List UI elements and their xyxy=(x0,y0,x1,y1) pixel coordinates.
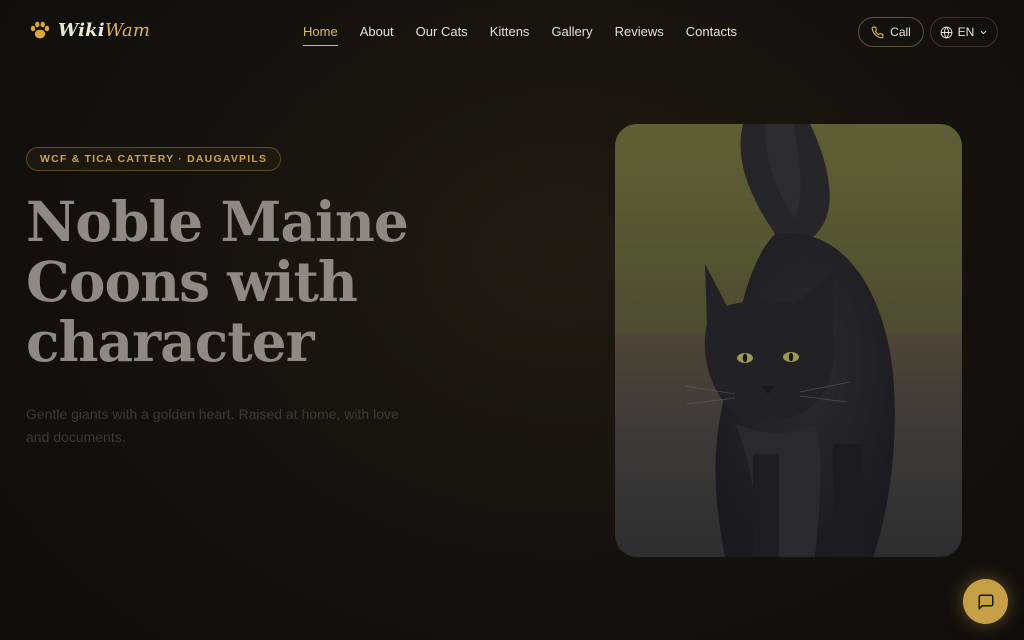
brand-name-main: Wiki xyxy=(58,19,105,41)
nav-item-gallery[interactable]: Gallery xyxy=(551,24,592,46)
hero-subtitle-line: and documents. xyxy=(26,429,126,445)
hero-subtitle-line: Gentle giants with a golden heart. Raise… xyxy=(26,406,399,422)
cattery-badge: WCF & TICA CATTERY · DAUGAVPILS xyxy=(26,147,282,171)
cat-photo-illustration xyxy=(615,124,962,557)
language-selector[interactable]: EN xyxy=(930,17,998,47)
globe-icon xyxy=(940,25,953,39)
main-nav: Home About Our Cats Kittens Gallery Revi… xyxy=(303,24,737,46)
brand-logo[interactable]: WikiWam xyxy=(28,18,150,42)
phone-icon xyxy=(871,26,884,38)
brand-name: WikiWam xyxy=(58,20,150,41)
site-header: WikiWam Home About Our Cats Kittens Gall… xyxy=(0,0,1024,64)
hero-title-line: Coons with xyxy=(26,249,358,314)
language-label: EN xyxy=(957,25,975,39)
nav-item-our-cats[interactable]: Our Cats xyxy=(416,24,468,46)
hero-title: Noble Maine Coons with character xyxy=(26,192,546,372)
nav-item-reviews[interactable]: Reviews xyxy=(615,24,664,46)
nav-item-home[interactable]: Home xyxy=(303,24,338,46)
chevron-down-icon xyxy=(981,30,987,34)
chat-bubble-icon xyxy=(978,594,993,609)
call-label: Call xyxy=(890,25,911,39)
hero-title-line: Noble Maine xyxy=(26,189,409,254)
hero-title-line: character xyxy=(26,309,315,374)
brand-name-accent: Wam xyxy=(104,19,151,41)
nav-item-kittens[interactable]: Kittens xyxy=(490,24,530,46)
hero-subtitle: Gentle giants with a golden heart. Raise… xyxy=(26,403,446,449)
chat-button[interactable] xyxy=(963,579,1008,624)
nav-item-about[interactable]: About xyxy=(360,24,394,46)
hero-cat-photo xyxy=(615,124,962,557)
nav-item-contacts[interactable]: Contacts xyxy=(686,24,737,46)
paw-icon xyxy=(30,21,50,39)
call-button[interactable]: Call xyxy=(858,17,924,47)
